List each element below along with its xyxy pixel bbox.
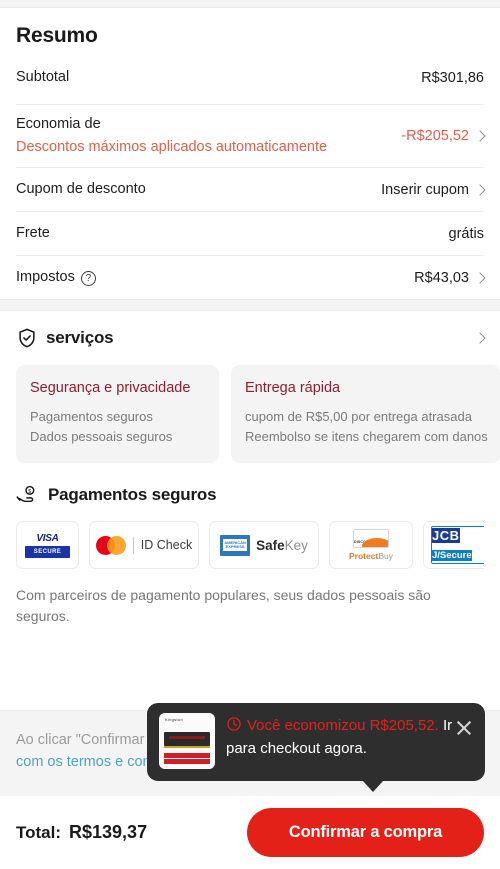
- visa-wordmark: VISA: [36, 532, 59, 544]
- summary-row-coupon[interactable]: Cupom de desconto Inserir cupom: [16, 167, 486, 211]
- savings-toast[interactable]: Kingston Você economizou R$205,52. Ir pa…: [147, 703, 485, 792]
- safekey-bold: Safe: [256, 537, 285, 553]
- order-summary-section: Resumo Subtotal R$301,86 Economia de Des…: [0, 8, 500, 300]
- safekey-label: SafeKey: [256, 538, 308, 553]
- total-group: Total: R$139,37: [16, 822, 147, 843]
- summary-row-subtotal: Subtotal R$301,86: [16, 60, 484, 104]
- ram-stick-shape: [164, 732, 210, 746]
- shield-check-icon: [16, 327, 38, 349]
- ram-module-thumbnail: Kingston: [159, 713, 215, 769]
- chevron-right-icon: [474, 271, 486, 284]
- total-value: R$139,37: [69, 822, 148, 842]
- mastercard-id-check-logo: ID Check: [89, 521, 199, 570]
- taxes-value: R$43,03: [414, 269, 469, 286]
- protectbuy-bold: Protect: [349, 551, 379, 562]
- taxes-label: Impostos: [16, 268, 75, 285]
- subtotal-value: R$301,86: [421, 70, 484, 86]
- savings-value: -R$205,52: [401, 128, 469, 145]
- amex-card-icon: AMERICAN EXPRESS: [220, 534, 251, 556]
- summary-row-taxes[interactable]: Impostos ? R$43,03: [16, 255, 486, 299]
- services-title: serviços: [46, 328, 114, 348]
- coupon-action-label: Inserir cupom: [381, 181, 469, 198]
- total-label: Total:: [16, 823, 62, 842]
- subtotal-label: Subtotal: [16, 69, 70, 86]
- toast-message: Você economizou R$205,52. Ir para checko…: [226, 715, 473, 760]
- chevron-right-icon: [474, 183, 486, 196]
- summary-row-savings[interactable]: Economia de Descontos máximos aplicados …: [16, 104, 486, 167]
- service-card-title: Entrega rápida: [245, 380, 341, 397]
- ram-label-bar: [164, 759, 210, 764]
- service-card[interactable]: Segurança e privacidade Pagamentos segur…: [16, 365, 219, 464]
- coupon-label: Cupom de desconto: [16, 180, 146, 197]
- summary-row-shipping: Frete grátis: [16, 211, 484, 255]
- service-card-line: Reembolso se itens chegarem com danos: [245, 429, 488, 445]
- services-card-carousel[interactable]: Segurança e privacidade Pagamentos segur…: [0, 353, 500, 464]
- amex-safekey-logo: AMERICAN EXPRESS SafeKey: [209, 521, 319, 570]
- discover-card-icon: DISCOVER: [352, 529, 389, 549]
- service-card-line: Dados pessoais seguros: [30, 429, 173, 445]
- payment-logos-row: VISA SECURE ID Check AMERICAN EXPRESS Sa…: [16, 521, 484, 570]
- amex-card-label: AMERICAN EXPRESS: [223, 539, 248, 552]
- secure-payments-header: $ Pagamentos seguros: [16, 481, 484, 509]
- safekey-light: Key: [284, 537, 308, 553]
- checkout-bottom-bar: Total: R$139,37 Confirmar a compra: [0, 796, 500, 869]
- logo-divider: [132, 536, 134, 554]
- visa-secure-badge: SECURE: [24, 545, 71, 558]
- help-circle-icon[interactable]: ?: [80, 271, 96, 287]
- page-title: Resumo: [16, 24, 98, 47]
- secure-payments-title: Pagamentos seguros: [48, 485, 217, 505]
- toast-body: Você economizou R$205,52. Ir para checko…: [226, 713, 473, 769]
- service-card[interactable]: Entrega rápida cupom de R$5,00 por entre…: [231, 365, 500, 464]
- ram-brand-mark: Kingston: [165, 717, 183, 722]
- savings-sublabel: Descontos máximos aplicados automaticame…: [16, 138, 328, 155]
- service-card-line: cupom de R$5,00 por entrega atrasada: [245, 409, 472, 425]
- ram-contacts-shape: [164, 746, 210, 748]
- secure-payments-note: Com parceiros de pagamento populares, se…: [16, 587, 431, 625]
- discover-protectbuy-logo: DISCOVER ProtectBuy: [329, 521, 413, 570]
- discover-arc: [361, 538, 388, 548]
- secure-payments-section: $ Pagamentos seguros VISA SECURE ID Chec…: [0, 463, 500, 628]
- protectbuy-label: ProtectBuy: [349, 551, 393, 561]
- shipping-label: Frete: [16, 224, 50, 241]
- jsecure-label: J/Secure: [432, 550, 472, 562]
- shipping-value: grátis: [448, 225, 484, 242]
- section-divider-band: [0, 299, 500, 312]
- services-section: serviços Segurança e privacidade Pagamen…: [0, 311, 500, 464]
- close-icon[interactable]: [455, 719, 473, 737]
- protectbuy-light: Buy: [378, 551, 393, 562]
- toast-highlight: Você economizou R$205,52.: [247, 717, 439, 734]
- hand-coin-icon: $: [16, 484, 40, 506]
- service-card-title: Segurança e privacidade: [30, 380, 191, 397]
- savings-label: Economia de: [16, 116, 101, 132]
- top-strip: [0, 0, 500, 8]
- chevron-right-icon[interactable]: [474, 332, 486, 344]
- id-check-label: ID Check: [140, 538, 193, 553]
- services-header[interactable]: serviços: [0, 323, 500, 353]
- svg-text:$: $: [28, 489, 31, 495]
- jcb-wordmark: JCB: [432, 528, 460, 544]
- confirm-purchase-button[interactable]: Confirmar a compra: [247, 808, 484, 857]
- jcb-jsecure-logo: JCB J/Secure: [423, 521, 484, 570]
- service-card-line: Pagamentos seguros: [30, 409, 153, 425]
- checkout-summary-screen: Resumo Subtotal R$301,86 Economia de Des…: [0, 0, 500, 869]
- clock-icon: [226, 716, 242, 738]
- mastercard-circles-icon: [95, 535, 126, 555]
- ram-label-bar: [164, 753, 210, 758]
- visa-secure-logo: VISA SECURE: [16, 521, 79, 570]
- chevron-right-icon: [474, 130, 486, 142]
